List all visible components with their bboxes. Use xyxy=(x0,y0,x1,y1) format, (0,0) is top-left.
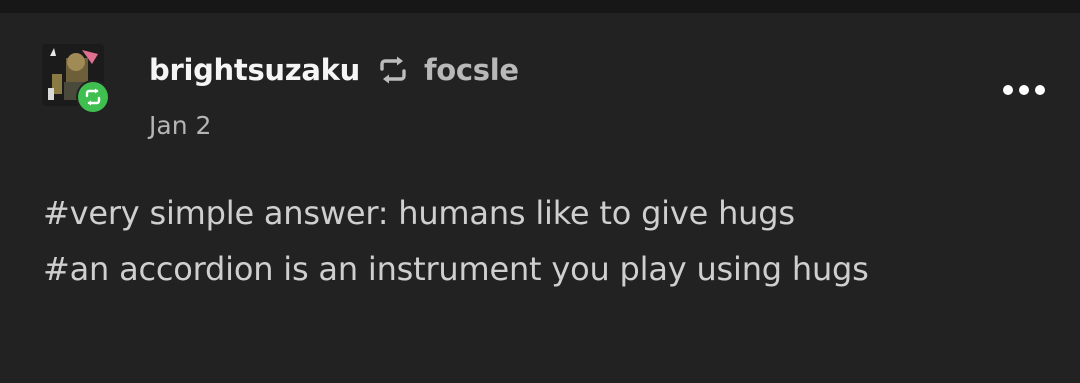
avatar-container[interactable] xyxy=(42,44,112,120)
post-tags: #very simple answer: humans like to give… xyxy=(43,185,1033,297)
reblog-badge xyxy=(76,80,110,114)
username-link[interactable]: brightsuzaku xyxy=(149,53,360,87)
post-date[interactable]: Jan 2 xyxy=(149,111,211,140)
more-dots-icon xyxy=(1003,85,1045,95)
more-options-button[interactable] xyxy=(1000,75,1048,105)
tag-link[interactable]: #an accordion is an instrument you play … xyxy=(43,241,1033,297)
top-divider xyxy=(0,0,1080,13)
reblog-badge-icon xyxy=(85,88,101,106)
post-header: brightsuzaku focsle xyxy=(149,50,519,90)
tag-link[interactable]: #very simple answer: humans like to give… xyxy=(43,185,1033,241)
reblog-icon xyxy=(376,55,410,85)
reblogged-from-link[interactable]: focsle xyxy=(424,53,519,87)
post-card: brightsuzaku focsle Jan 2 #very simple a… xyxy=(0,13,1080,383)
